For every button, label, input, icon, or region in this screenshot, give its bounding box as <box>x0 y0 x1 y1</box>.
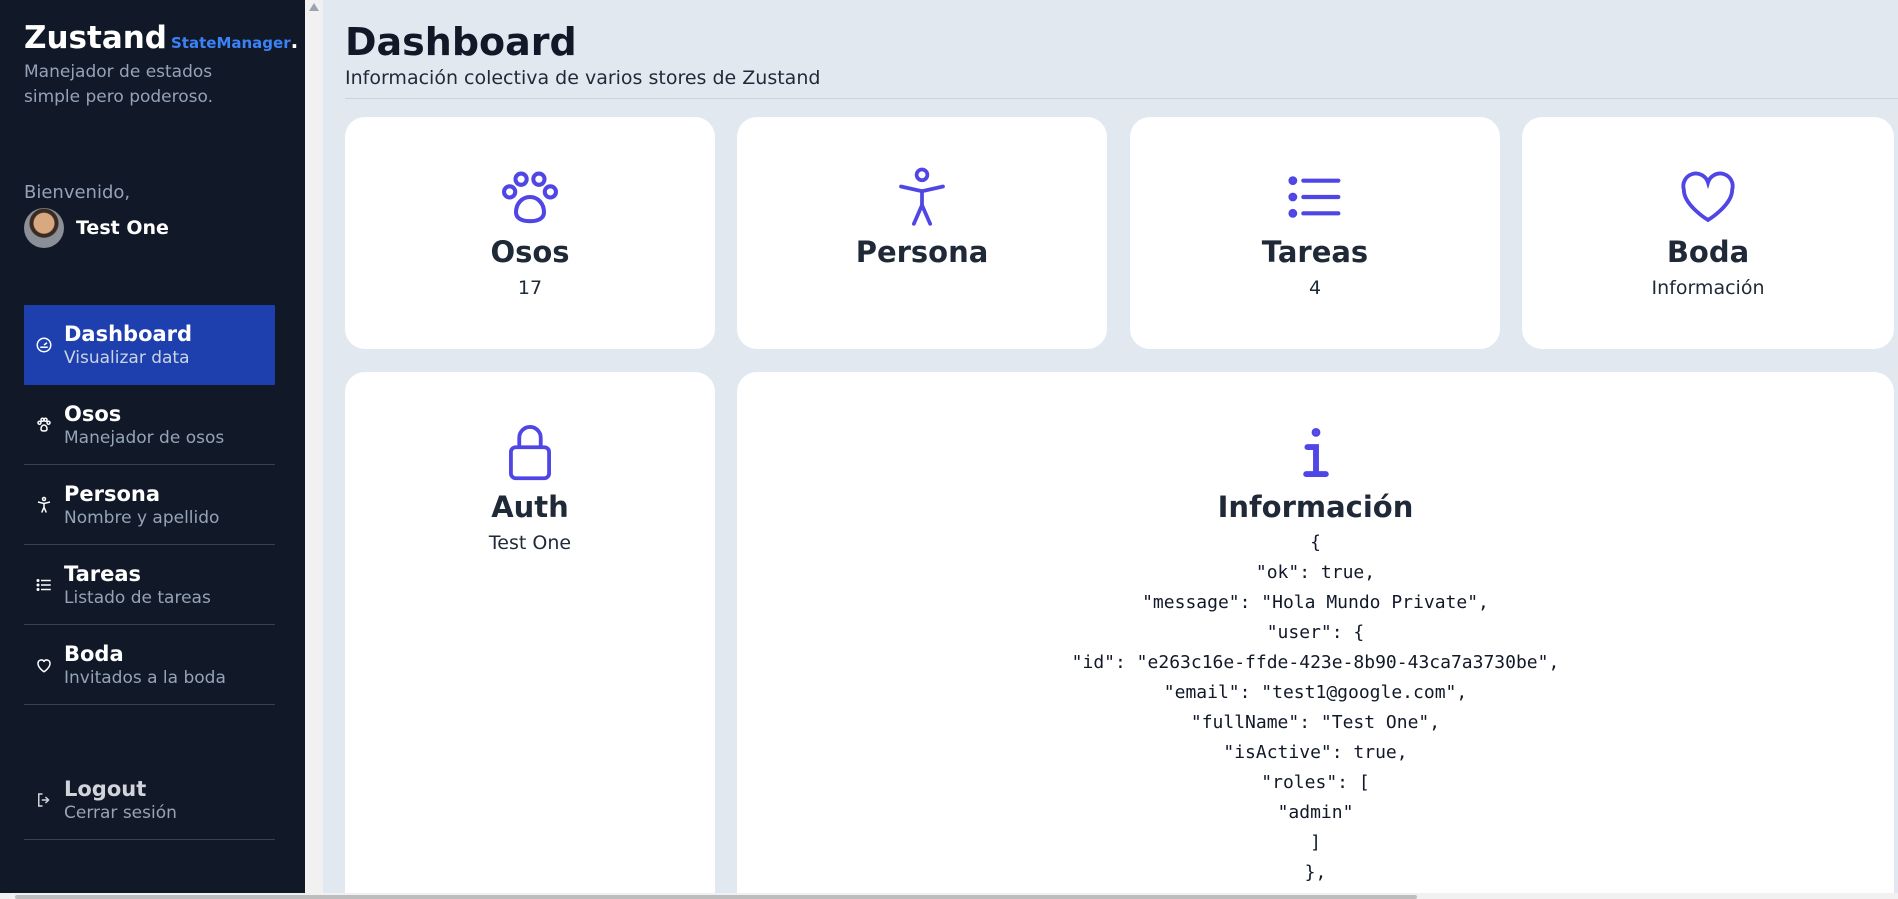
card-boda: Boda Información <box>1522 117 1894 349</box>
nav-desc: Listado de tareas <box>64 587 211 608</box>
list-icon <box>34 575 54 595</box>
json-line: { <box>1310 532 1321 553</box>
page-subtitle: Información colectiva de varios stores d… <box>345 67 821 89</box>
person-icon <box>894 167 950 227</box>
card-title: Osos <box>490 235 570 269</box>
json-line: "fullName": "Test One", <box>1190 712 1441 733</box>
gauge-icon <box>34 335 54 355</box>
heart-icon <box>34 655 54 675</box>
json-content: { "ok": true, "message": "Hola Mundo Priva… <box>1072 528 1560 888</box>
info-icon <box>1301 422 1331 482</box>
brand: Zustand StateManager. <box>24 20 298 56</box>
card-title: Información <box>1217 490 1414 524</box>
json-line: "roles": [ <box>1261 772 1370 793</box>
card-persona: Persona <box>737 117 1107 349</box>
card-informacion: Información { "ok": true, "message": "Hola… <box>737 372 1894 899</box>
card-tareas: Tareas 4 <box>1130 117 1500 349</box>
divider <box>345 98 1898 99</box>
json-line: "id": "e263c16e-ffde-423e-8b90-43ca7a373… <box>1071 652 1560 673</box>
json-line: }, <box>1304 862 1327 883</box>
vertical-scrollbar[interactable] <box>305 0 323 899</box>
main-content: Dashboard Información colectiva de vario… <box>323 0 1898 899</box>
card-auth: Auth Test One <box>345 372 715 899</box>
brand-subtitle: StateManager <box>171 34 291 52</box>
lock-icon <box>505 422 555 482</box>
page-title: Dashboard <box>345 20 577 64</box>
nav-desc: Nombre y apellido <box>64 507 220 528</box>
nav-title: Persona <box>64 481 161 506</box>
welcome-text: Bienvenido, <box>24 182 131 203</box>
nav-title: Logout <box>64 776 147 801</box>
nav-desc: Manejador de osos <box>64 427 225 448</box>
nav-title: Boda <box>64 641 124 666</box>
list-icon <box>1287 167 1343 227</box>
card-osos: Osos 17 <box>345 117 715 349</box>
nav-item-boda[interactable]: Boda Invitados a la boda <box>24 625 275 705</box>
nav-title: Dashboard <box>64 322 193 346</box>
brand-tagline: Manejador de estados simple pero poderos… <box>24 62 214 107</box>
user-profile: Test One <box>24 208 169 248</box>
user-name: Test One <box>76 217 169 239</box>
heart-icon <box>1679 167 1737 227</box>
brand-title: Zustand <box>24 20 167 56</box>
logout-section: Logout Cerrar sesión <box>24 760 275 840</box>
nav-item-tareas[interactable]: Tareas Listado de tareas <box>24 545 275 625</box>
nav-desc: Cerrar sesión <box>64 802 177 823</box>
horizontal-scrollbar-thumb[interactable] <box>15 895 1417 899</box>
json-line: "isActive": true, <box>1223 742 1408 763</box>
nav-title: Tareas <box>64 561 142 586</box>
nav-menu: Dashboard Visualizar data Osos Manejador… <box>24 305 275 705</box>
person-icon <box>34 495 54 515</box>
nav-desc: Visualizar data <box>64 348 190 368</box>
nav-item-dashboard[interactable]: Dashboard Visualizar data <box>24 305 275 385</box>
logout-button[interactable]: Logout Cerrar sesión <box>24 760 275 840</box>
paw-icon <box>34 415 54 435</box>
card-title: Tareas <box>1261 235 1369 269</box>
json-line: "user": { <box>1266 622 1365 643</box>
nav-item-persona[interactable]: Persona Nombre y apellido <box>24 465 275 545</box>
json-line: ] <box>1310 832 1321 853</box>
card-title: Persona <box>855 235 989 269</box>
json-line: "ok": true, <box>1255 562 1376 583</box>
json-line: "message": "Hola Mundo Private", <box>1142 592 1489 613</box>
sidebar: Zustand StateManager. Manejador de estado… <box>0 0 305 899</box>
nav-item-osos[interactable]: Osos Manejador de osos <box>24 385 275 465</box>
nav-title: Osos <box>64 401 122 426</box>
logout-icon <box>34 790 54 810</box>
scroll-up-arrow[interactable] <box>309 3 319 11</box>
card-title: Auth <box>491 490 569 524</box>
avatar <box>24 208 64 248</box>
json-line: "email": "test1@google.com", <box>1163 682 1468 703</box>
nav-desc: Invitados a la boda <box>64 667 226 688</box>
card-title: Boda <box>1666 235 1750 269</box>
card-value: Test One <box>488 532 572 554</box>
brand-dot: . <box>290 29 299 53</box>
card-value: Información <box>1651 277 1765 299</box>
card-value: 17 <box>517 277 543 299</box>
card-value: 4 <box>1308 277 1322 299</box>
json-line: "admin" <box>1277 802 1354 823</box>
paw-icon <box>499 167 561 227</box>
